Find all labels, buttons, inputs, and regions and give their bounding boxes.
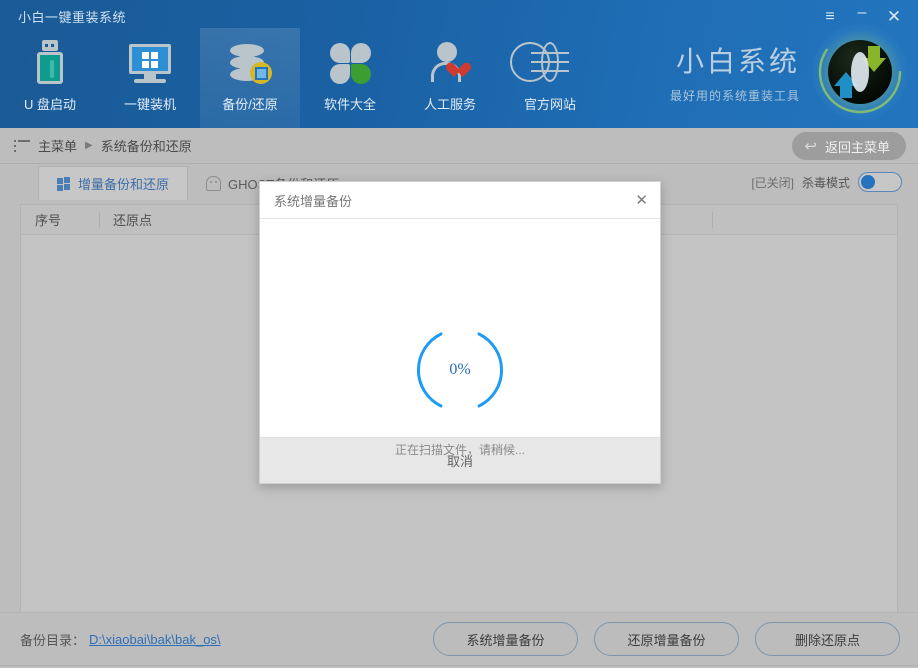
nav-label: 软件大全 <box>324 94 376 113</box>
breadcrumb: 主菜单 ▶ 系统备份和还原 ↩ 返回主菜单 <box>0 128 918 164</box>
ghost-icon <box>206 176 221 191</box>
app-header: 小白一键重装系统 ≡ – ✕ U 盘启动 一键装机 <box>0 0 918 128</box>
nav-item-official-website[interactable]: 官方网站 <box>500 28 600 128</box>
column-header-index: 序号 <box>21 205 99 235</box>
incremental-backup-dialog: 系统增量备份 ✕ 0% 正在扫描文件，请稍候... 取消 <box>259 181 661 484</box>
column-header-extra <box>712 205 897 235</box>
main-nav: U 盘启动 一键装机 备份/还原 <box>0 28 600 128</box>
brand-name: 小白系统 <box>670 40 800 80</box>
nav-label: 一键装机 <box>124 94 176 113</box>
nav-item-manual-service[interactable]: 人工服务 <box>400 28 500 128</box>
brand-slogan: 最好用的系统重装工具 <box>670 87 800 104</box>
nav-label: U 盘启动 <box>24 94 76 113</box>
progress-percent-label: 0% <box>415 325 505 415</box>
breadcrumb-root[interactable]: 主菜单 <box>38 136 77 155</box>
antivirus-state-text: [已关闭] <box>751 174 794 191</box>
tab-label: 增量备份和还原 <box>78 174 169 193</box>
monitor-icon <box>126 38 174 86</box>
bottom-action-bar: 备份目录： D:\xiaobai\bak\bak_os\ 系统增量备份 还原增量… <box>0 612 918 665</box>
back-arrow-icon: ↩ <box>804 137 817 155</box>
dialog-body: 0% 正在扫描文件，请稍候... <box>260 219 660 437</box>
nav-item-usb-boot[interactable]: U 盘启动 <box>0 28 100 128</box>
list-icon <box>14 140 30 152</box>
antivirus-label: 杀毒模式 <box>802 174 850 191</box>
antivirus-toggle[interactable] <box>858 172 902 192</box>
back-to-main-menu-button[interactable]: ↩ 返回主菜单 <box>792 132 906 160</box>
antivirus-mode-control: [已关闭] 杀毒模式 <box>751 172 902 192</box>
restore-incremental-backup-button[interactable]: 还原增量备份 <box>594 622 739 656</box>
dialog-status-text: 正在扫描文件，请稍候... <box>260 441 660 458</box>
clover-icon <box>326 38 374 86</box>
system-incremental-backup-button[interactable]: 系统增量备份 <box>433 622 578 656</box>
dialog-close-icon[interactable]: ✕ <box>635 191 648 209</box>
nav-label: 备份/还原 <box>222 94 278 113</box>
dialog-header: 系统增量备份 ✕ <box>260 182 660 219</box>
nav-label: 人工服务 <box>424 94 476 113</box>
usb-icon <box>26 38 74 86</box>
chevron-right-icon: ▶ <box>85 140 93 151</box>
nav-item-software-catalog[interactable]: 软件大全 <box>300 28 400 128</box>
backup-directory-path-link[interactable]: D:\xiaobai\bak\bak_os\ <box>89 632 221 647</box>
dialog-title: 系统增量备份 <box>274 191 352 210</box>
tab-incremental-backup[interactable]: 增量备份和还原 <box>38 166 188 200</box>
nav-item-backup-restore[interactable]: 备份/还原 <box>200 28 300 128</box>
person-heart-icon <box>426 38 474 86</box>
nav-label: 官方网站 <box>524 94 576 113</box>
back-button-label: 返回主菜单 <box>825 137 890 156</box>
window-title: 小白一键重装系统 <box>18 7 126 26</box>
delete-restore-point-button[interactable]: 删除还原点 <box>755 622 900 656</box>
brand-block: 小白系统 最好用的系统重装工具 <box>670 40 800 104</box>
database-icon <box>226 38 274 86</box>
progress-ring: 0% <box>415 325 505 415</box>
breadcrumb-current: 系统备份和还原 <box>101 136 192 155</box>
backup-directory: 备份目录： D:\xiaobai\bak\bak_os\ <box>0 630 221 649</box>
backup-directory-label: 备份目录： <box>20 630 85 649</box>
windows-icon <box>57 177 71 191</box>
nav-item-one-key-install[interactable]: 一键装机 <box>100 28 200 128</box>
globe-icon <box>526 38 574 86</box>
application-window: 小白一键重装系统 ≡ – ✕ U 盘启动 一键装机 <box>0 0 918 668</box>
bottom-buttons: 系统增量备份 还原增量备份 删除还原点 <box>433 622 918 656</box>
app-logo <box>812 24 908 120</box>
